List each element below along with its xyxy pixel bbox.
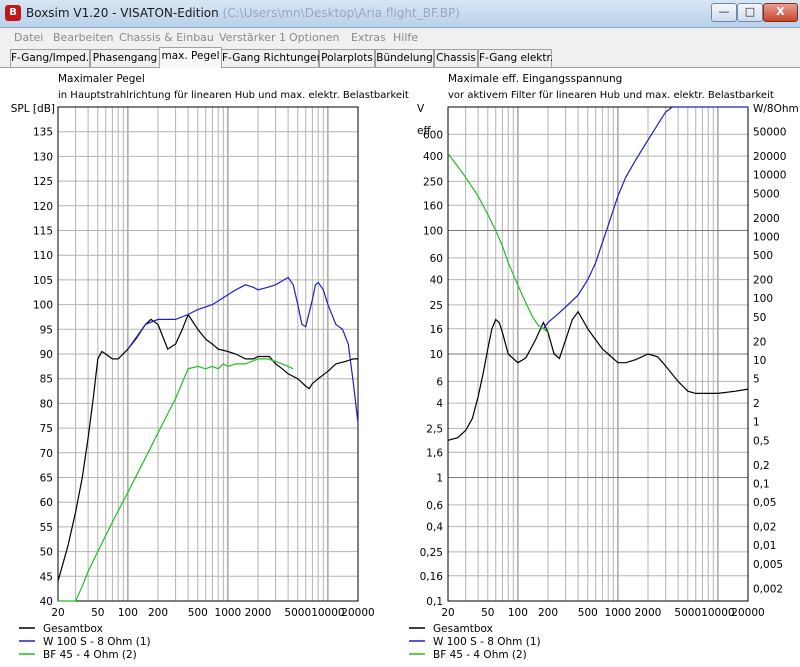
menu-bar: Datei Bearbeiten Chassis & Einbau Verstä… <box>0 28 800 47</box>
menu-bearbeiten[interactable]: Bearbeiten <box>53 31 113 44</box>
tab-polarplots[interactable]: Polarplots <box>319 49 375 67</box>
tab-fgang-imped[interactable]: F-Gang/Imped. <box>10 49 90 67</box>
menu-chassis-einbau[interactable]: Chassis & Einbau <box>119 31 214 44</box>
close-button[interactable]: X <box>763 3 798 22</box>
maximize-button[interactable]: □ <box>737 3 763 22</box>
window-title: Boxsim V1.20 - VISATON-Edition (C:\Users… <box>26 6 460 20</box>
title-bar: B Boxsim V1.20 - VISATON-Edition (C:\Use… <box>0 0 800 28</box>
menu-hilfe[interactable]: Hilfe <box>393 31 418 44</box>
chart-area <box>0 68 800 667</box>
tab-buendelung[interactable]: Bündelung <box>375 49 434 67</box>
window-file-path: (C:\Users\mn\Desktop\Aria flight_BF.BP) <box>222 6 460 20</box>
menu-optionen[interactable]: Optionen <box>289 31 339 44</box>
tab-fgang-elektr[interactable]: F-Gang elektr. <box>478 49 553 67</box>
boxsim-app-icon[interactable]: B <box>5 5 21 21</box>
tab-bar: F-Gang/Imped. Phasengang max. Pegel F-Ga… <box>0 47 800 68</box>
menu-datei[interactable]: Datei <box>14 31 43 44</box>
tab-phasengang[interactable]: Phasengang <box>90 49 160 67</box>
tab-chassis[interactable]: Chassis <box>434 49 478 67</box>
minimize-button[interactable]: — <box>711 3 737 22</box>
tab-max-pegel[interactable]: max. Pegel <box>159 47 222 68</box>
menu-verstaerker[interactable]: Verstärker 1 <box>219 31 286 44</box>
menu-extras[interactable]: Extras <box>351 31 386 44</box>
tab-fgang-richtungen[interactable]: F-Gang Richtungen <box>221 49 323 67</box>
window-app-title: Boxsim V1.20 - VISATON-Edition <box>26 6 219 20</box>
